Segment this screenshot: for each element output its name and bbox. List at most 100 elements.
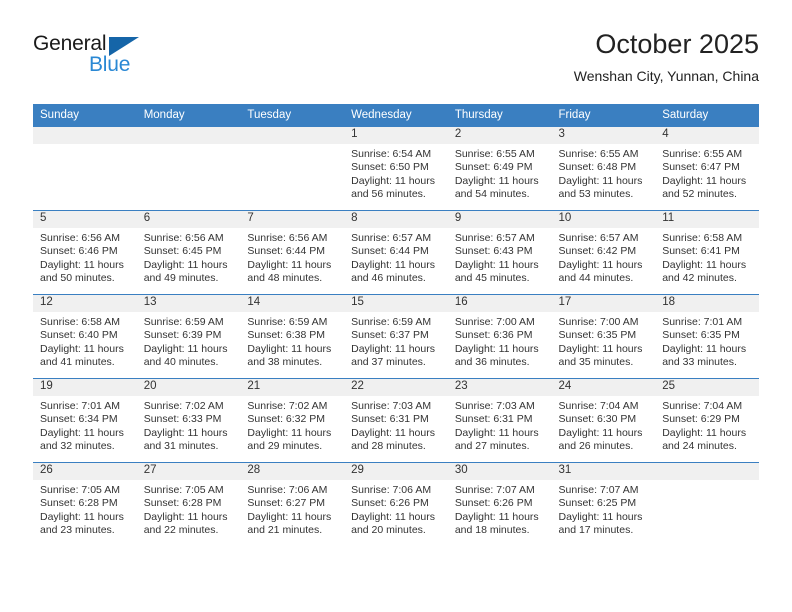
logo-text-blue: Blue [89,53,131,76]
day-number: 16 [447,295,552,312]
day-number: 30 [447,463,552,480]
calendar-day-cell[interactable]: 12 Sunrise: 6:58 AM Sunset: 6:40 PM Dayligh… [33,294,137,379]
day-number [33,127,137,144]
calendar-day-cell[interactable]: 5 Sunrise: 6:56 AM Sunset: 6:46 PM Daylight… [33,210,137,295]
calendar-grid: Sunday Monday Tuesday Wednesday Thursday… [33,104,759,546]
day-number: 24 [551,379,656,396]
calendar-day-cell[interactable]: 25 Sunrise: 7:04 AM Sunset: 6:29 PM Dayligh… [655,378,759,463]
day-number: 2 [447,127,552,144]
calendar-day-cell[interactable]: 30 Sunrise: 7:07 AM Sunset: 6:26 PM Dayligh… [447,462,552,546]
weekday-header-sunday: Sunday [33,104,137,127]
calendar-day-cell[interactable]: 27 Sunrise: 7:05 AM Sunset: 6:28 PM Dayligh… [136,462,241,546]
calendar-week-row: 19 Sunrise: 7:01 AM Sunset: 6:34 PM Dayligh… [33,378,759,463]
day-details: Sunrise: 7:06 AM Sunset: 6:27 PM Daylight:… [240,480,344,538]
sunrise-time: Sunrise: 7:03 AM [351,400,432,412]
day-details: Sunrise: 6:56 AM Sunset: 6:44 PM Daylight:… [240,228,344,286]
calendar-day-cell[interactable]: 4 Sunrise: 6:55 AM Sunset: 6:47 PM Daylight… [655,127,759,211]
day-number: 23 [447,379,552,396]
calendar-day-cell[interactable]: 9 Sunrise: 6:57 AM Sunset: 6:43 PM Daylight… [447,210,552,295]
calendar-header-row: Sunday Monday Tuesday Wednesday Thursday… [33,104,759,127]
calendar-day-cell[interactable]: 6 Sunrise: 6:56 AM Sunset: 6:45 PM Daylight… [136,210,241,295]
calendar-day-cell[interactable]: 1 Sunrise: 6:54 AM Sunset: 6:50 PM Daylight… [344,127,448,211]
sunset-time: Sunset: 6:38 PM [247,329,326,342]
sunrise-time: Sunrise: 6:55 AM [454,148,535,160]
daylight-duration-line2: and 45 minutes. [454,272,530,285]
calendar-day-cell[interactable]: 29 Sunrise: 7:06 AM Sunset: 6:26 PM Dayligh… [344,462,448,546]
calendar-day-cell[interactable]: 2 Sunrise: 6:55 AM Sunset: 6:49 PM Daylight… [447,127,552,211]
daylight-duration-line1: Daylight: 11 hours [143,258,228,271]
day-number: 5 [33,211,137,228]
daylight-duration-line1: Daylight: 11 hours [351,510,435,523]
calendar-day-cell[interactable]: 11 Sunrise: 6:58 AM Sunset: 6:41 PM Dayligh… [655,210,759,295]
day-details: Sunrise: 7:02 AM Sunset: 6:33 PM Daylight:… [137,396,241,454]
sunset-time: Sunset: 6:35 PM [558,329,637,342]
day-details: Sunrise: 6:55 AM Sunset: 6:49 PM Daylight:… [448,144,552,202]
sunset-time: Sunset: 6:42 PM [558,245,637,258]
day-details: Sunrise: 7:05 AM Sunset: 6:28 PM Daylight:… [137,480,241,538]
sunset-time: Sunset: 6:37 PM [351,329,429,342]
calendar-week-row: 26 Sunrise: 7:05 AM Sunset: 6:28 PM Dayligh… [33,462,759,546]
calendar-day-cell[interactable]: 23 Sunrise: 7:03 AM Sunset: 6:31 PM Dayligh… [447,378,552,463]
calendar-day-cell[interactable]: 24 Sunrise: 7:04 AM Sunset: 6:30 PM Dayligh… [551,378,656,463]
calendar-day-cell[interactable]: 3 Sunrise: 6:55 AM Sunset: 6:48 PM Daylight… [551,127,656,211]
day-details: Sunrise: 7:01 AM Sunset: 6:35 PM Daylight:… [655,312,759,370]
daylight-duration-line1: Daylight: 11 hours [662,258,747,271]
daylight-duration-line2: and 21 minutes. [247,524,323,537]
day-details: Sunrise: 6:55 AM Sunset: 6:48 PM Daylight:… [552,144,656,202]
day-number: 31 [551,463,656,480]
calendar-day-cell[interactable]: 26 Sunrise: 7:05 AM Sunset: 6:28 PM Dayligh… [33,462,137,546]
daylight-duration-line1: Daylight: 11 hours [40,426,124,439]
calendar-day-cell[interactable]: 10 Sunrise: 6:57 AM Sunset: 6:42 PM Dayligh… [551,210,656,295]
calendar-day-cell[interactable]: 16 Sunrise: 7:00 AM Sunset: 6:36 PM Dayligh… [447,294,552,379]
calendar-day-cell[interactable]: 13 Sunrise: 6:59 AM Sunset: 6:39 PM Dayligh… [136,294,241,379]
day-number: 14 [240,295,345,312]
calendar-day-cell[interactable]: 22 Sunrise: 7:03 AM Sunset: 6:31 PM Dayligh… [344,378,448,463]
sunset-time: Sunset: 6:28 PM [143,497,222,510]
sunset-time: Sunset: 6:45 PM [143,245,222,258]
daylight-duration-line2: and 23 minutes. [40,524,115,537]
sunrise-time: Sunrise: 7:04 AM [662,400,743,412]
daylight-duration-line1: Daylight: 11 hours [558,342,643,355]
sunset-time: Sunset: 6:31 PM [351,413,429,426]
calendar-day-cell[interactable]: 14 Sunrise: 6:59 AM Sunset: 6:38 PM Dayligh… [240,294,345,379]
day-number: 15 [344,295,448,312]
daylight-duration-line2: and 31 minutes. [143,440,219,453]
calendar-day-cell[interactable]: 17 Sunrise: 7:00 AM Sunset: 6:35 PM Dayligh… [551,294,656,379]
calendar-day-cell[interactable]: 7 Sunrise: 6:56 AM Sunset: 6:44 PM Daylight… [240,210,345,295]
daylight-duration-line2: and 33 minutes. [662,356,737,369]
sunset-time: Sunset: 6:28 PM [40,497,118,510]
day-number: 28 [240,463,345,480]
daylight-duration-line1: Daylight: 11 hours [558,510,643,523]
daylight-duration-line1: Daylight: 11 hours [454,342,539,355]
daylight-duration-line1: Daylight: 11 hours [454,426,539,439]
calendar-day-cell[interactable]: 19 Sunrise: 7:01 AM Sunset: 6:34 PM Dayligh… [33,378,137,463]
sunset-time: Sunset: 6:25 PM [558,497,637,510]
sunrise-time: Sunrise: 6:56 AM [40,232,120,244]
day-number: 20 [136,379,241,396]
calendar-day-cell[interactable]: 15 Sunrise: 6:59 AM Sunset: 6:37 PM Dayligh… [344,294,448,379]
calendar-week-row: 12 Sunrise: 6:58 AM Sunset: 6:40 PM Dayligh… [33,294,759,379]
daylight-duration-line2: and 38 minutes. [247,356,323,369]
calendar-day-cell[interactable]: 20 Sunrise: 7:02 AM Sunset: 6:33 PM Dayligh… [136,378,241,463]
sunset-time: Sunset: 6:50 PM [351,161,429,174]
day-details: Sunrise: 7:06 AM Sunset: 6:26 PM Daylight:… [344,480,448,538]
sunrise-time: Sunrise: 6:57 AM [558,232,639,244]
calendar-day-cell[interactable]: 21 Sunrise: 7:02 AM Sunset: 6:32 PM Dayligh… [240,378,345,463]
calendar-day-cell[interactable]: 31 Sunrise: 7:07 AM Sunset: 6:25 PM Dayligh… [551,462,656,546]
calendar-day-cell[interactable]: 8 Sunrise: 6:57 AM Sunset: 6:44 PM Daylight… [344,210,448,295]
calendar-day-cell[interactable]: 18 Sunrise: 7:01 AM Sunset: 6:35 PM Dayligh… [655,294,759,379]
calendar-day-cell[interactable]: 28 Sunrise: 7:06 AM Sunset: 6:27 PM Dayligh… [240,462,345,546]
daylight-duration-line2: and 44 minutes. [558,272,634,285]
daylight-duration-line2: and 42 minutes. [662,272,737,285]
sunrise-time: Sunrise: 6:55 AM [558,148,639,160]
daylight-duration-line2: and 18 minutes. [454,524,530,537]
daylight-duration-line1: Daylight: 11 hours [454,510,539,523]
day-details: Sunrise: 6:56 AM Sunset: 6:45 PM Daylight:… [137,228,241,286]
calendar-week-row: 5 Sunrise: 6:56 AM Sunset: 6:46 PM Daylight… [33,210,759,295]
sunset-time: Sunset: 6:29 PM [662,413,740,426]
sunset-time: Sunset: 6:41 PM [662,245,740,258]
calendar-day-cell-empty [240,127,345,211]
daylight-duration-line2: and 40 minutes. [143,356,219,369]
sunset-time: Sunset: 6:27 PM [247,497,326,510]
daylight-duration-line2: and 53 minutes. [558,188,634,201]
